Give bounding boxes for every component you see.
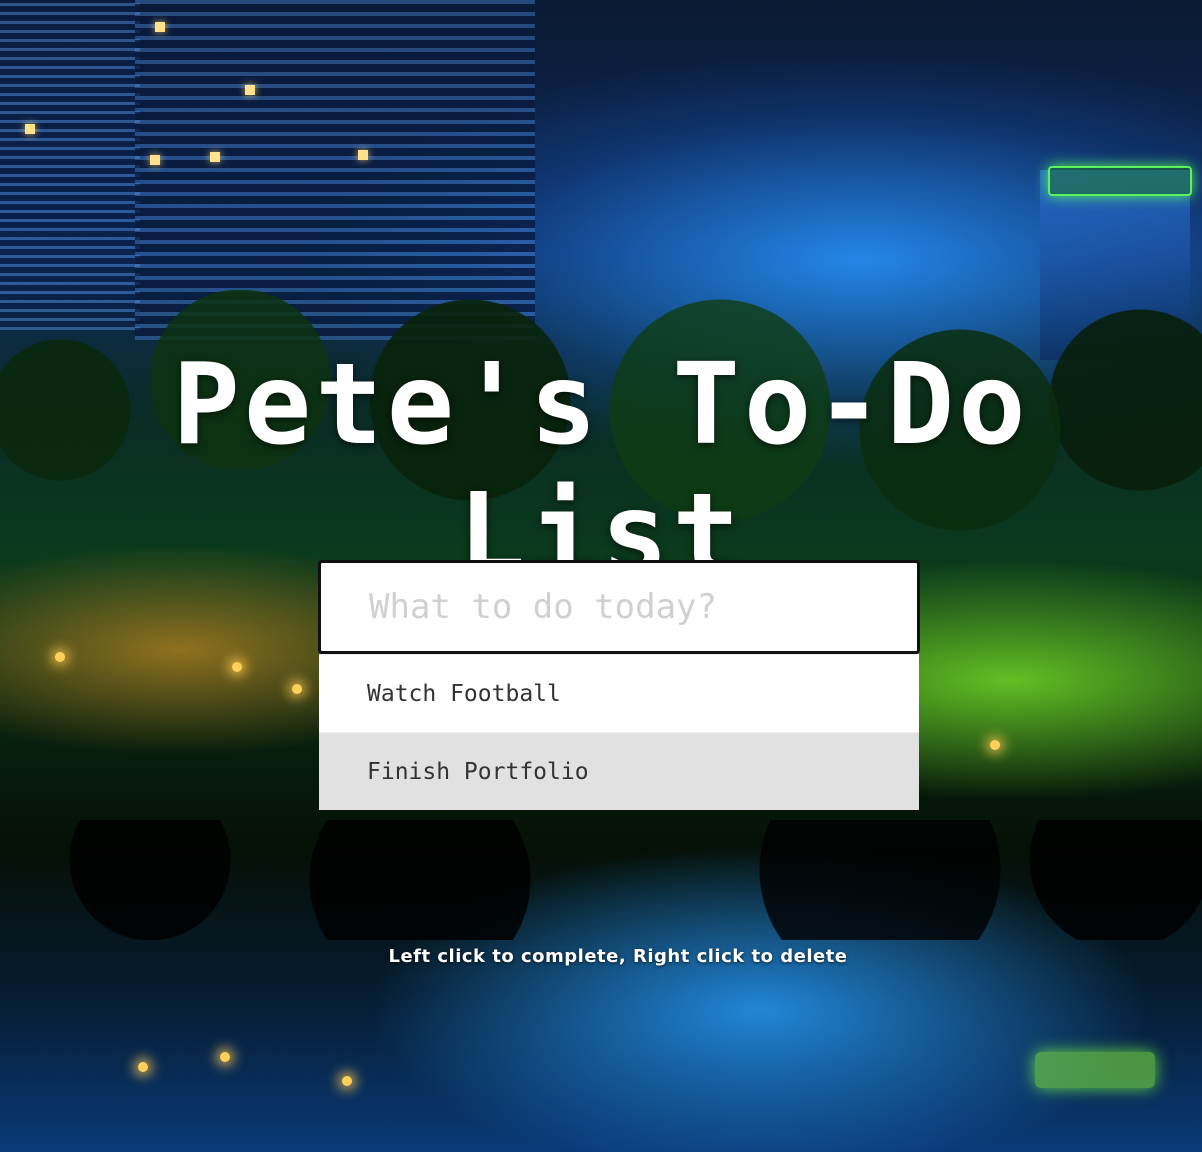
background-building: [0, 0, 140, 330]
todo-list: Watch Football Finish Portfolio: [319, 654, 919, 810]
window-light: [210, 152, 220, 162]
new-todo-input[interactable]: [318, 560, 920, 654]
todo-item[interactable]: Watch Football: [319, 654, 919, 732]
neon-sign: [1048, 166, 1192, 196]
lamp-light: [232, 662, 242, 672]
lamp-light: [342, 1076, 352, 1086]
lamp-light: [138, 1062, 148, 1072]
background-reflection: [0, 820, 1202, 940]
window-light: [150, 155, 160, 165]
lamp-light: [55, 652, 65, 662]
neon-sign-reflection: [1035, 1052, 1155, 1088]
lamp-light: [220, 1052, 230, 1062]
window-light: [245, 85, 255, 95]
todo-item[interactable]: Finish Portfolio: [319, 732, 919, 810]
window-light: [25, 124, 35, 134]
instructions-text: Left click to complete, Right click to d…: [388, 946, 848, 967]
todo-container: Watch Football Finish Portfolio: [318, 560, 920, 810]
window-light: [358, 150, 368, 160]
background-building: [1040, 170, 1190, 360]
background-building: [135, 0, 535, 340]
window-light: [155, 22, 165, 32]
lamp-light: [292, 684, 302, 694]
lamp-light: [990, 740, 1000, 750]
